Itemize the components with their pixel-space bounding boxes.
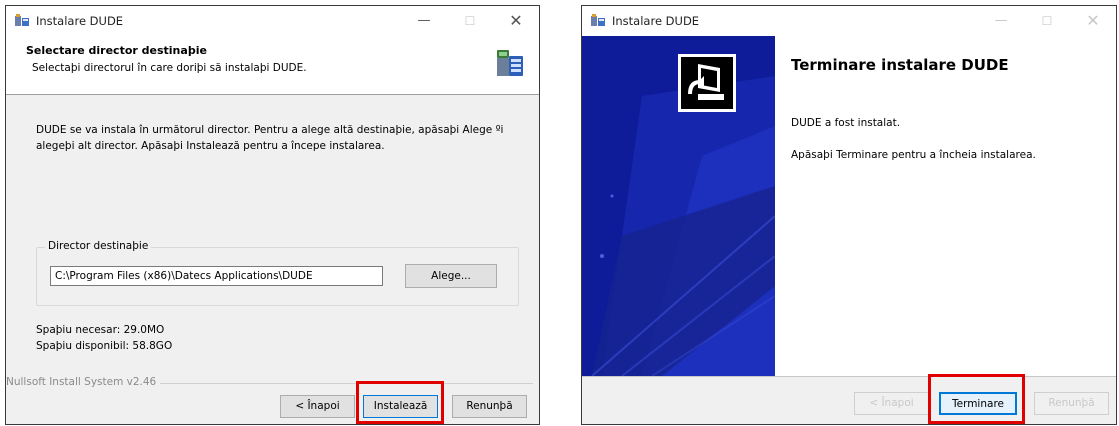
cancel-button[interactable]: Renunþă xyxy=(1034,392,1109,415)
description-line: alegeþi alt director. Apăsaþi Instalează… xyxy=(36,140,385,152)
space-required-label: Spaþiu necesar: 29.0MO xyxy=(36,324,165,336)
nsis-branding: Nullsoft Install System v2.46 xyxy=(6,376,161,388)
space-available-label: Spaþiu disponibil: 58.8GO xyxy=(36,340,173,352)
installer-app-icon xyxy=(591,14,605,26)
installer-window-directory: Instalare DUDE — ☐ ✕ Selectare director … xyxy=(5,5,540,425)
install-description: DUDE se va instala în următorul director… xyxy=(36,122,516,154)
maximize-button[interactable]: ☐ xyxy=(1024,6,1070,36)
installer-computer-icon xyxy=(678,54,736,112)
back-button[interactable]: < Înapoi xyxy=(854,392,929,415)
browse-button[interactable]: Alege... xyxy=(405,264,497,288)
finish-message: DUDE a fost instalat. xyxy=(791,117,901,129)
destination-groupbox: Director destinaþie C:\Program Files (x8… xyxy=(36,240,519,306)
installer-app-icon xyxy=(15,14,29,26)
maximize-button[interactable]: ☐ xyxy=(447,6,493,36)
destination-group-label: Director destinaþie xyxy=(45,240,152,252)
destination-path-input[interactable]: C:\Program Files (x86)\Datecs Applicatio… xyxy=(50,266,383,286)
footer-separator xyxy=(582,376,1116,377)
finish-highlight-box xyxy=(928,374,1025,424)
installer-window-finish: Instalare DUDE — ☐ ✕ Terminare instalare… xyxy=(581,5,1117,425)
page-subtitle: Selectaþi directorul în care doriþi să i… xyxy=(32,62,307,74)
finish-panel: Terminare instalare DUDE DUDE a fost ins… xyxy=(775,36,1116,376)
description-line: DUDE se va instala în următorul director… xyxy=(36,124,504,136)
title-bar: Instalare DUDE — ☐ ✕ xyxy=(6,6,539,36)
window-title: Instalare DUDE xyxy=(612,14,700,28)
finish-title: Terminare instalare DUDE xyxy=(791,56,1009,74)
cancel-button[interactable]: Renunþă xyxy=(452,395,527,418)
title-bar: Instalare DUDE — ☐ ✕ xyxy=(582,6,1116,36)
close-button[interactable]: ✕ xyxy=(1070,6,1116,36)
page-header: Selectare director destinaþie Selectaþi … xyxy=(6,36,539,95)
page-title: Selectare director destinaþie xyxy=(26,44,207,57)
wizard-banner xyxy=(582,36,775,376)
finish-instruction: Apăsaþi Terminare pentru a încheia insta… xyxy=(791,149,1036,161)
close-button[interactable]: ✕ xyxy=(493,6,539,36)
minimize-button[interactable]: — xyxy=(401,6,447,36)
back-button[interactable]: < Înapoi xyxy=(280,395,355,418)
install-highlight-box xyxy=(356,381,444,424)
window-title: Instalare DUDE xyxy=(36,14,124,28)
minimize-button[interactable]: — xyxy=(978,6,1024,36)
computer-install-icon xyxy=(497,50,523,76)
